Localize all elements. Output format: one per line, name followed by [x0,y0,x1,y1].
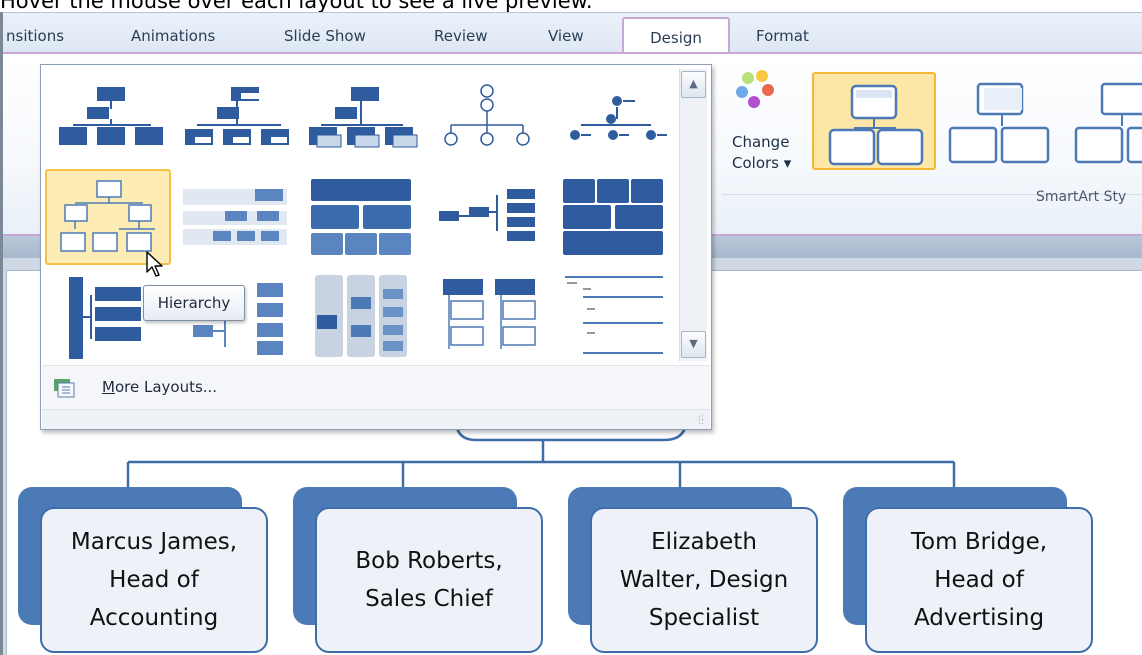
table-hierarchy-icon [311,179,411,255]
layout-labeled-hierarchy[interactable] [173,169,299,265]
more-layouts-menu-item[interactable]: More Layouts... [42,365,710,409]
mouse-pointer-icon [146,251,163,277]
org-node-4[interactable]: Tom Bridge, Head of Advertising [865,507,1093,653]
layout-name-title-org-chart[interactable] [173,73,299,169]
smartart-gallery-icon [54,379,75,398]
half-circle-org-chart-icon [309,87,418,148]
org-node-4-text: Tom Bridge, Head of Advertising [910,529,1048,631]
org-node-3-text: Elizabeth Walter, Design Specialist [619,529,789,631]
hierarchy-list-icon [443,279,536,349]
scroll-down-button[interactable]: ▼ [681,331,706,358]
layout-organization-chart[interactable] [47,73,173,169]
layout-circle-picture-hierarchy[interactable] [425,73,551,169]
gallery-scrollbar[interactable]: ▲ ▼ [679,69,707,361]
circle-picture-hierarchy-icon [444,84,530,146]
labeled-hierarchy-icon [183,189,287,245]
scroll-up-button[interactable]: ▲ [681,71,706,98]
layout-hierarchy-dots[interactable] [551,73,677,169]
org-node-1[interactable]: Marcus James, Head of Accounting [40,507,268,653]
more-layouts-label-rest: ore Layouts... [114,378,218,396]
more-layouts-accelerator: M [102,378,115,396]
layout-table-hierarchy[interactable] [299,169,425,265]
layout-lined-list-hierarchy[interactable] [299,269,425,365]
architecture-layout-icon [563,179,663,255]
gallery-resize-grip[interactable]: ·::: [42,409,710,429]
org-node-2-text: Bob Roberts, Sales Chief [355,548,503,612]
layout-architecture[interactable] [551,169,677,265]
lined-list-hierarchy-icon [315,275,407,357]
org-chart-layout-icon [59,87,163,145]
layout-lined-list[interactable] [551,269,677,365]
hierarchy-dots-icon [570,96,667,140]
layout-hierarchy-list[interactable] [425,269,551,365]
org-node-3[interactable]: Elizabeth Walter, Design Specialist [590,507,818,653]
layout-horizontal-hierarchy[interactable] [425,169,551,265]
org-node-2[interactable]: Bob Roberts, Sales Chief [315,507,543,653]
more-layouts-label: More Layouts... [102,378,217,396]
horizontal-hierarchy-icon [439,189,535,241]
resize-grip-icon: ·::: [697,413,704,427]
hierarchy-tooltip: Hierarchy [143,285,245,321]
lined-list-icon [565,276,663,354]
layout-half-circle-org-chart[interactable] [299,73,425,169]
org-node-1-text: Marcus James, Head of Accounting [70,529,238,631]
layout-gallery-dropdown: ▲ ▼ More Layouts... ·::: [40,64,712,430]
name-title-org-chart-icon [185,87,289,145]
